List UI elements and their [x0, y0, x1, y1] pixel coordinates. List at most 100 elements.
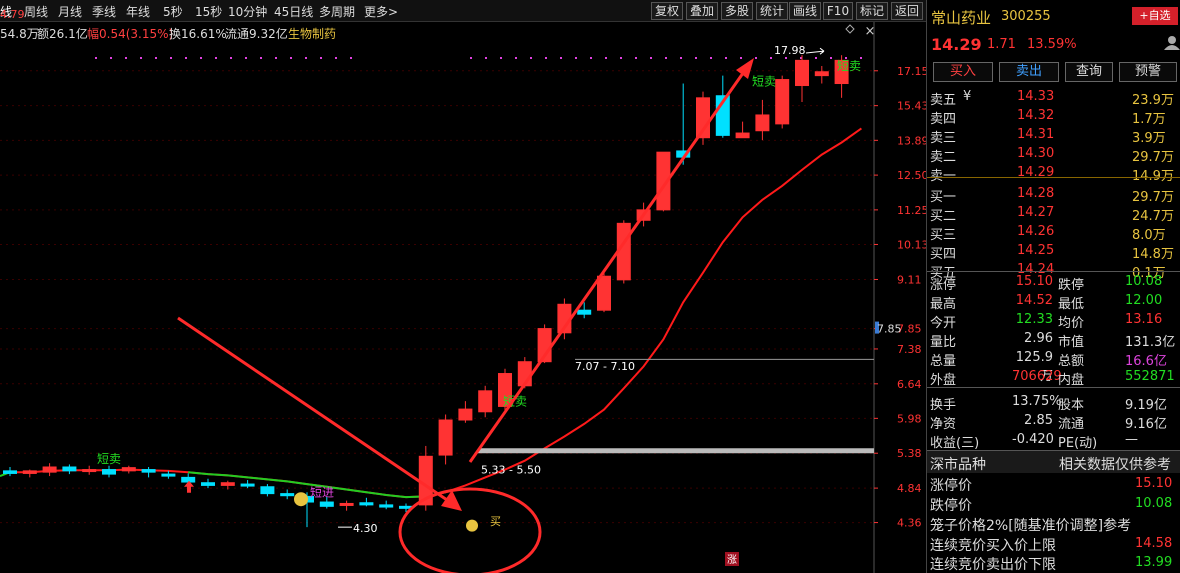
orderbook-row[interactable]: 卖三 14.31 3.9万: [927, 126, 1180, 146]
price-change-pct: 13.59%: [1027, 37, 1077, 52]
signal-dot: [275, 57, 277, 59]
candle-body: [319, 501, 334, 507]
signal-dot: [290, 57, 292, 59]
orderbook-row[interactable]: 买一 14.28 29.7万: [927, 185, 1180, 205]
signal-dot: [545, 57, 547, 59]
signal-dot: [140, 57, 142, 59]
stat-label-2: 均价: [1058, 316, 1085, 331]
ma-line: [10, 127, 862, 499]
orderbook-label: 买一: [930, 190, 957, 205]
signal-dot: [635, 57, 637, 59]
buy-arrow-icon: [184, 480, 194, 493]
tab-10min[interactable]: 10分钟: [228, 3, 267, 20]
orderbook-price: 14.26: [1017, 224, 1055, 239]
stat-value: 2.96: [1024, 331, 1053, 346]
smiley-icon: [294, 492, 308, 507]
stat-value-2: 131.3亿: [1125, 335, 1176, 350]
orderbook-row[interactable]: 卖一 14.29 14.9万: [927, 164, 1180, 184]
tab-month-line[interactable]: 月线: [58, 3, 82, 20]
stat-value-2: —: [1125, 432, 1138, 447]
more-menu[interactable]: 更多>: [364, 3, 398, 20]
orderbook-row[interactable]: 买二 14.27 24.7万: [927, 204, 1180, 224]
buy-badge-label: 买: [490, 515, 501, 528]
back-button[interactable]: 返回: [891, 2, 923, 20]
y-tick-label: 5.38: [897, 447, 922, 460]
signal-dot: [185, 57, 187, 59]
candle-body: [141, 469, 156, 473]
tab-week-line[interactable]: 周线: [24, 3, 48, 20]
stat-value: 15.10: [1015, 274, 1053, 289]
tab-multi-period[interactable]: 多周期: [319, 3, 355, 20]
stat-label-2: PE(动): [1058, 436, 1098, 451]
buy-button[interactable]: 买入: [933, 62, 993, 82]
signal-dot: [590, 57, 592, 59]
stat-label: 今开: [930, 316, 957, 331]
stat-label-2: 股本: [1058, 398, 1085, 413]
orderbook-row[interactable]: 买三 14.26 8.0万: [927, 223, 1180, 243]
orderbook-price: 14.28: [1017, 186, 1055, 201]
orderbook-label: 买二: [930, 209, 957, 224]
y-tick-label: 10.13: [897, 238, 926, 251]
orderbook-volume: 1.7万: [1132, 112, 1166, 127]
overlay-button[interactable]: 叠加: [686, 2, 718, 20]
cont-up-label: 连续竞价买入价上限: [930, 538, 1056, 554]
stat-label-2: 总额: [1058, 354, 1085, 369]
stat-label-2: 市值: [1058, 335, 1085, 350]
current-price: 14.29: [931, 35, 982, 54]
alert-button[interactable]: 预警: [1119, 62, 1177, 82]
y-tick-label: 5.98: [897, 412, 922, 425]
y-tick-label: 12.50: [897, 169, 926, 182]
stats-button[interactable]: 统计: [756, 2, 788, 20]
orderbook-volume: 24.7万: [1132, 209, 1174, 224]
signal-dot: [695, 57, 697, 59]
mark-button[interactable]: 标记: [856, 2, 888, 20]
candle-body: [280, 493, 295, 497]
signal-dot: [245, 57, 247, 59]
sell-signal-label: 短卖: [97, 452, 121, 466]
tab-year-line[interactable]: 年线: [126, 3, 150, 20]
candle-body: [795, 59, 809, 87]
stat-label: 净资: [930, 417, 957, 432]
fuquan-button[interactable]: 复权: [651, 2, 683, 20]
tab-quarter-line[interactable]: 季线: [92, 3, 116, 20]
orderbook-row[interactable]: 买四 14.25 14.8万: [927, 242, 1180, 262]
candle-body: [102, 469, 116, 475]
avatar-icon[interactable]: [1163, 34, 1180, 50]
price-flag-label: 7.85: [877, 323, 902, 336]
signal-dot: [500, 57, 502, 59]
draw-line-button[interactable]: 画线: [789, 2, 821, 20]
cont-down-value: 13.99: [1135, 555, 1173, 570]
y-tick-label: 15.43: [897, 100, 926, 113]
candle-body: [22, 470, 37, 474]
orderbook-row[interactable]: 卖四 14.32 1.7万: [927, 107, 1180, 127]
signal-dot: [215, 57, 217, 59]
stats-row: 涨停 15.10 跌停 10.08: [927, 273, 1180, 293]
kline-chart[interactable]: 17.15 15.43 13.89 12.50 11.25 10.13 9.11 7.85 7.…: [0, 22, 926, 573]
signal-dot: [725, 57, 727, 59]
orderbook-label: 卖二: [930, 150, 957, 165]
add-watchlist-button[interactable]: +自选: [1132, 7, 1178, 25]
stat-value-2: 12.00: [1125, 293, 1163, 308]
query-button[interactable]: 查询: [1065, 62, 1113, 82]
orderbook-row[interactable]: 卖五 ¥14.33 23.9万: [927, 88, 1180, 108]
signal-dot: [830, 57, 832, 59]
signal-dot: [560, 57, 562, 59]
stat-label-2: 流通: [1058, 417, 1085, 432]
orderbook-label: 卖一: [930, 169, 957, 184]
tab-5sec[interactable]: 5秒: [163, 3, 183, 20]
candle-body: [3, 470, 17, 474]
signal-dot: [605, 57, 607, 59]
multi-stock-button[interactable]: 多股: [721, 2, 753, 20]
stat-value: 13.75%: [1012, 394, 1062, 409]
candle-body: [201, 482, 215, 486]
orderbook-row[interactable]: 卖二 14.30 29.7万: [927, 145, 1180, 165]
signal-dot: [755, 57, 757, 59]
signal-dot: [260, 57, 262, 59]
range-label-2: 7.07 - 7.10: [575, 360, 635, 373]
candle-body: [438, 419, 453, 456]
sell-button[interactable]: 卖出: [999, 62, 1059, 82]
tab-45day[interactable]: 45日线: [274, 3, 313, 20]
tab-15sec[interactable]: 15秒: [195, 3, 222, 20]
trend-arrow-up: [468, 65, 750, 463]
f10-button[interactable]: F10: [823, 2, 853, 20]
